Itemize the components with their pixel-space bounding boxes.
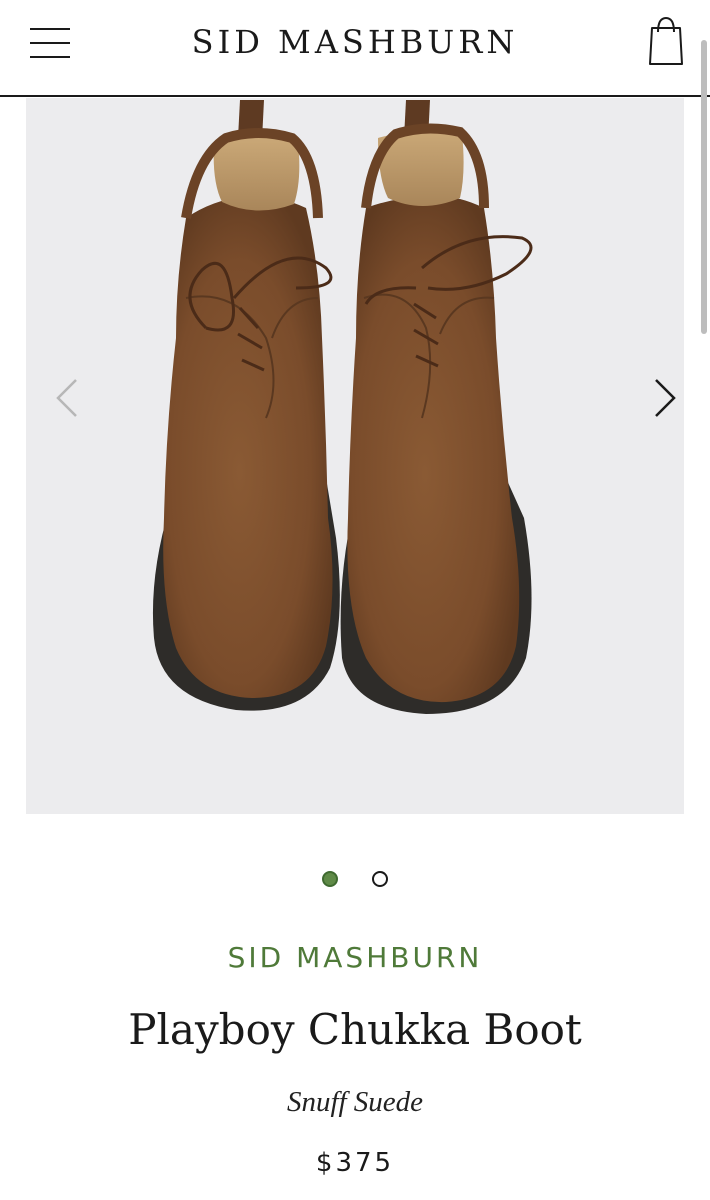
right-boot bbox=[340, 100, 533, 714]
site-logo[interactable]: SID MASHBURN bbox=[140, 20, 570, 64]
gallery-next-button[interactable] bbox=[648, 376, 682, 420]
site-header: SID MASHBURN bbox=[0, 0, 710, 98]
header-divider bbox=[0, 95, 710, 97]
gallery-pagination bbox=[0, 870, 710, 892]
product-brand[interactable]: SID MASHBURN bbox=[0, 938, 710, 978]
hamburger-menu-icon bbox=[30, 56, 70, 58]
left-boot bbox=[152, 100, 340, 711]
product-image bbox=[152, 100, 533, 714]
gallery-dot-2[interactable] bbox=[372, 871, 388, 888]
hamburger-menu-icon bbox=[30, 28, 70, 30]
hamburger-menu-icon bbox=[30, 42, 70, 44]
product-color: Snuff Suede bbox=[286, 1086, 424, 1118]
chevron-right-icon bbox=[655, 379, 676, 417]
shopping-bag-icon bbox=[649, 16, 683, 65]
chevron-left-icon bbox=[56, 379, 77, 417]
gallery-dot-1[interactable] bbox=[322, 871, 338, 888]
menu-button[interactable] bbox=[26, 22, 74, 62]
page-scrollbar[interactable] bbox=[701, 40, 707, 334]
product-title: Playboy Chukka Boot bbox=[128, 1005, 582, 1054]
shopping-bag-button[interactable] bbox=[644, 14, 688, 68]
product-price: $375 bbox=[315, 1148, 395, 1178]
gallery-prev-button[interactable] bbox=[50, 376, 84, 420]
product-image-gallery[interactable] bbox=[26, 98, 684, 814]
